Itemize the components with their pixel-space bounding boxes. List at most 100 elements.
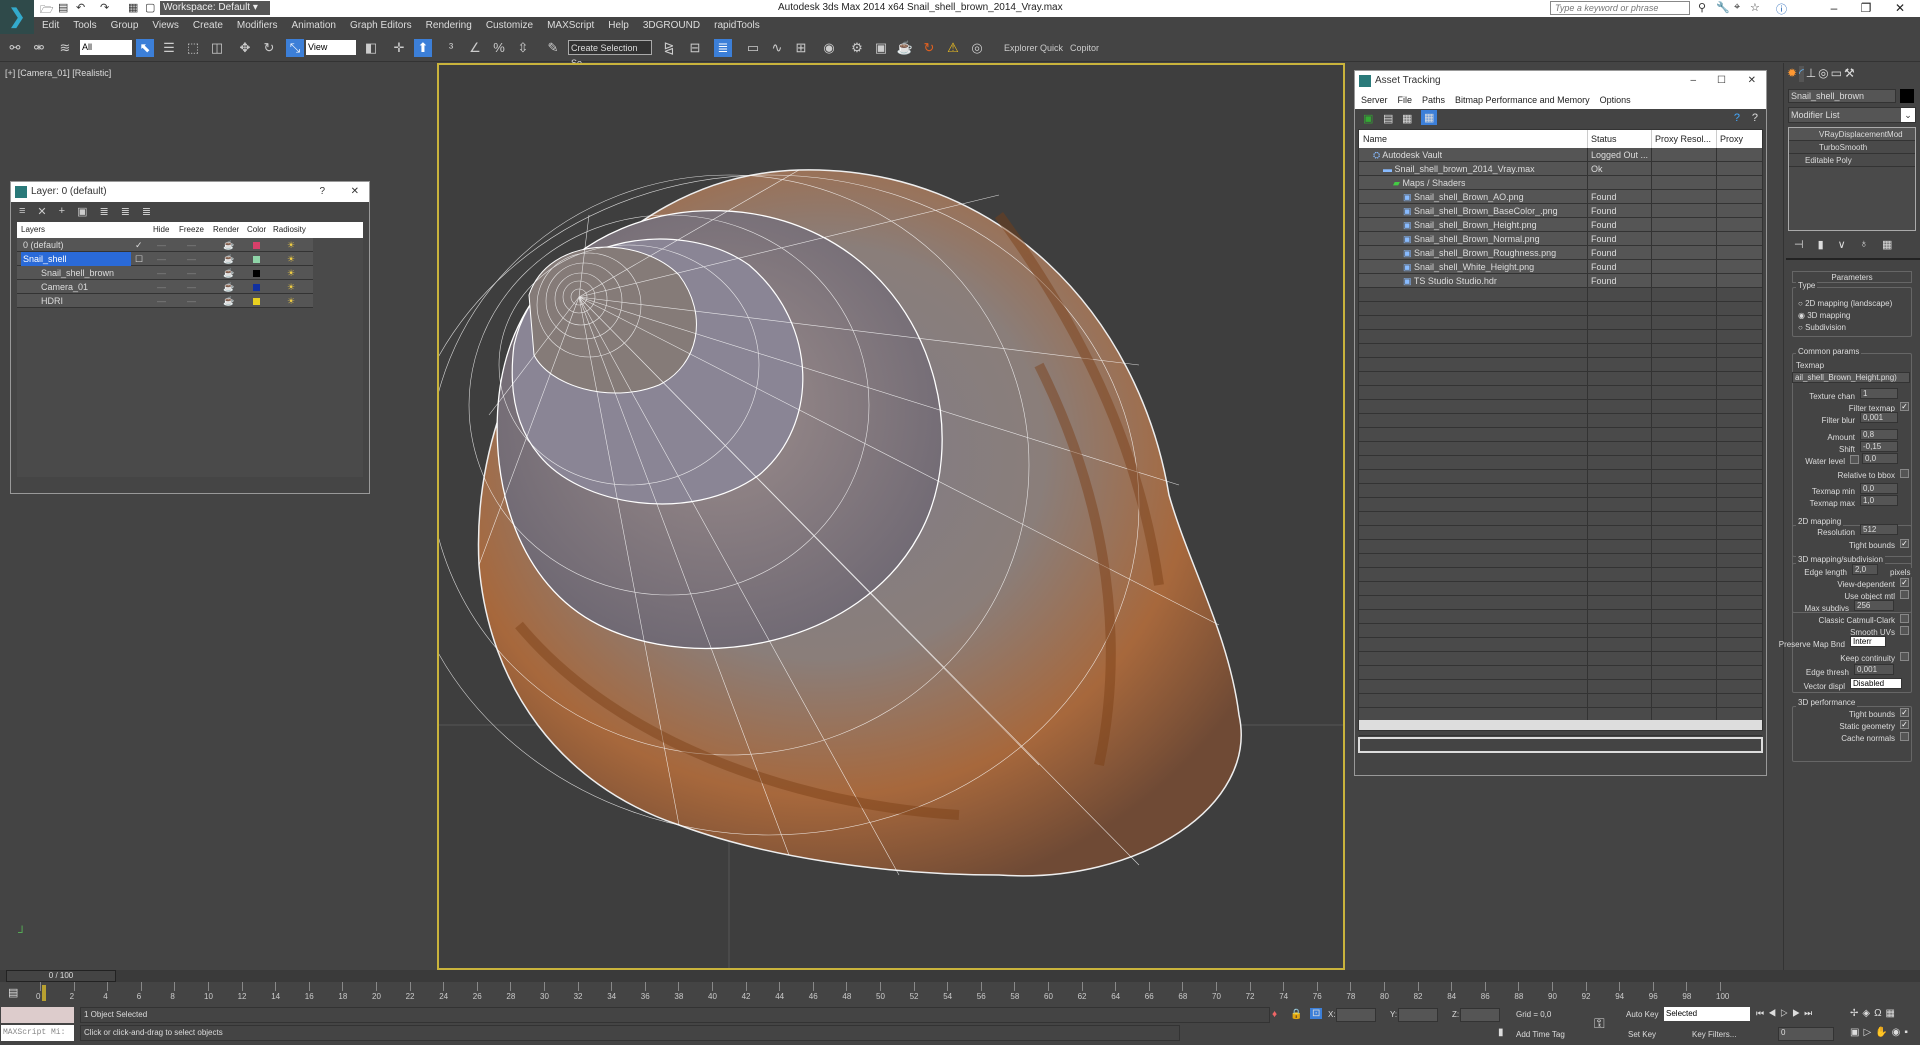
max-subdivs-field[interactable]: 256 bbox=[1854, 600, 1894, 611]
asset-row[interactable]: ▣ TS Studio Studio.hdr Found bbox=[1359, 274, 1762, 288]
radiosity-sun-icon[interactable]: ☀ bbox=[287, 252, 295, 266]
viewport-navigation-controls[interactable]: ✢◈Ω▦ bbox=[1850, 1008, 1899, 1019]
delete-layer-icon[interactable]: ✕ bbox=[37, 205, 46, 219]
hide-all-icon[interactable]: ≣ bbox=[121, 205, 130, 219]
layer-color-swatch[interactable] bbox=[253, 266, 260, 280]
display-tab-icon[interactable]: ▭ bbox=[1831, 66, 1842, 82]
create-tab-icon[interactable]: ✹ bbox=[1787, 66, 1797, 82]
close-button[interactable]: ✕ bbox=[1748, 71, 1756, 91]
checkbox[interactable]: ✓ bbox=[1900, 402, 1909, 411]
asset-row[interactable]: ▣ Snail_shell_White_Height.png Found bbox=[1359, 260, 1762, 274]
menu-edit[interactable]: Edit bbox=[42, 20, 59, 31]
col-freeze[interactable]: Freeze bbox=[179, 222, 204, 236]
file-icon[interactable]: ▢ bbox=[145, 1, 155, 14]
checkbox[interactable] bbox=[1900, 614, 1909, 623]
snaps-toggle-icon[interactable]: ³ bbox=[442, 39, 460, 57]
playback-controls[interactable]: ⏮◀▷▶⏭ bbox=[1756, 1008, 1816, 1019]
render-teapot-icon[interactable]: ☕ bbox=[223, 294, 234, 308]
rendered-frame-window-icon[interactable]: ▣ bbox=[872, 39, 890, 57]
refresh-icon[interactable]: ▣ bbox=[1363, 112, 1373, 125]
hide-toggle[interactable]: — bbox=[157, 266, 166, 280]
resolution-field[interactable]: 512 bbox=[1860, 524, 1898, 535]
asset-row[interactable]: ▣ Snail_shell_Brown_Normal.png Found bbox=[1359, 232, 1762, 246]
workspace-dropdown[interactable]: Workspace: Default ▾ bbox=[160, 1, 270, 15]
material-editor-icon[interactable]: ◉ bbox=[820, 39, 838, 57]
checkbox[interactable]: ✓ bbox=[1900, 539, 1909, 548]
col-proxy-status[interactable]: Proxy Status bbox=[1716, 130, 1762, 148]
move-icon[interactable]: ✥ bbox=[236, 39, 254, 57]
layer-color-swatch[interactable] bbox=[253, 294, 260, 308]
asset-path-field[interactable] bbox=[1358, 737, 1763, 753]
unlink-icon[interactable]: ⚮ bbox=[30, 39, 48, 57]
project-folder-icon[interactable]: ▦ bbox=[128, 1, 138, 14]
radio-button[interactable]: ○ bbox=[1798, 323, 1803, 332]
checkbox[interactable] bbox=[1900, 652, 1909, 661]
maxscript-mini-listener[interactable]: MAXScript Mi: bbox=[1, 1025, 74, 1041]
lock-selection-icon[interactable]: 🔒 bbox=[1290, 1009, 1302, 1020]
list-view-icon[interactable]: ▤ bbox=[1383, 112, 1393, 125]
col-proxy-resolution[interactable]: Proxy Resol... bbox=[1651, 130, 1711, 148]
menu-3dground[interactable]: 3DGROUND bbox=[643, 20, 700, 31]
freeze-toggle[interactable]: — bbox=[187, 294, 196, 308]
set-key-button[interactable]: Set Key bbox=[1628, 1030, 1656, 1039]
menu-group[interactable]: Group bbox=[111, 20, 139, 31]
menu-bitmap-performance[interactable]: Bitmap Performance and Memory bbox=[1455, 91, 1590, 109]
isolate-icon[interactable]: ♦ bbox=[1272, 1009, 1277, 1020]
layer-name[interactable]: Camera_01 bbox=[39, 280, 88, 294]
spinner-snap-icon[interactable]: ⇳ bbox=[514, 39, 532, 57]
scale-icon[interactable]: ⤡ bbox=[286, 39, 304, 57]
layer-color-swatch[interactable] bbox=[253, 238, 260, 252]
menu-views[interactable]: Views bbox=[152, 20, 179, 31]
layer-dialog-titlebar[interactable]: Layer: 0 (default) ? ✕ bbox=[11, 182, 369, 202]
keyboard-shortcut-override-icon[interactable]: ⬆ bbox=[414, 39, 432, 57]
checkbox[interactable]: ✓ bbox=[1900, 720, 1909, 729]
configure-sets-icon[interactable]: ▦ bbox=[1882, 238, 1892, 251]
menu-file[interactable]: File bbox=[1398, 91, 1413, 109]
menu-help[interactable]: Help bbox=[608, 20, 629, 31]
layer-row[interactable]: Snail_shell ☐ — — ☕ ☀ bbox=[17, 252, 313, 266]
z-coordinate-field[interactable] bbox=[1460, 1008, 1500, 1022]
tmax-field[interactable]: 1,0 bbox=[1860, 495, 1898, 506]
close-button[interactable]: ✕ bbox=[351, 182, 359, 202]
percent-snap-icon[interactable]: % bbox=[490, 39, 508, 57]
selection-region-icon[interactable]: ⬚ bbox=[184, 39, 202, 57]
warning-icon[interactable]: ⚠ bbox=[944, 39, 962, 57]
render-teapot-icon[interactable]: ☕ bbox=[223, 238, 234, 252]
object-color-swatch[interactable] bbox=[1900, 89, 1914, 103]
radio-button[interactable]: ○ bbox=[1798, 299, 1803, 308]
hide-toggle[interactable]: — bbox=[157, 280, 166, 294]
bind-space-warp-icon[interactable]: ≋ bbox=[56, 39, 74, 57]
restore-button[interactable]: ❐ bbox=[1852, 0, 1880, 16]
amount-field[interactable]: 0,8 bbox=[1860, 429, 1898, 440]
maximize-button[interactable]: ☐ bbox=[1717, 71, 1726, 91]
motion-tab-icon[interactable]: ◎ bbox=[1818, 66, 1828, 82]
select-in-layer-icon[interactable]: ▣ bbox=[77, 205, 87, 219]
utilities-tab-icon[interactable]: ⚒ bbox=[1844, 66, 1855, 82]
track-bar[interactable]: ▤ 0 2 4 6 8 10 12 14 16 18 20 22 24 26 28 30 32 34 36 38 40 4… bbox=[0, 982, 1920, 1005]
asset-row[interactable]: ▣ Snail_shell_Brown_Roughness.png Found bbox=[1359, 246, 1762, 260]
layer-name[interactable]: HDRI bbox=[39, 294, 63, 308]
rotate-icon[interactable]: ↻ bbox=[260, 39, 278, 57]
freeze-toggle[interactable]: — bbox=[187, 238, 196, 252]
stack-item-turbosmooth[interactable]: TurboSmooth bbox=[1789, 141, 1915, 154]
checkbox[interactable] bbox=[1850, 455, 1859, 464]
mirror-icon[interactable]: ⧎ bbox=[660, 39, 678, 57]
radiosity-sun-icon[interactable]: ☀ bbox=[287, 266, 295, 280]
schematic-view-icon[interactable]: ⊞ bbox=[792, 39, 810, 57]
water-field[interactable]: 0,0 bbox=[1862, 453, 1898, 464]
asset-row[interactable]: ▰ Maps / Shaders bbox=[1359, 176, 1762, 190]
tmin-field[interactable]: 0,0 bbox=[1860, 483, 1898, 494]
layer-name[interactable]: Snail_shell_brown bbox=[39, 266, 114, 280]
window-crossing-icon[interactable]: ◫ bbox=[208, 39, 226, 57]
perspective-viewport[interactable] bbox=[398, 63, 1345, 970]
preserve-field[interactable]: Interr bbox=[1850, 636, 1886, 647]
menu-paths[interactable]: Paths bbox=[1422, 91, 1445, 109]
menu-rendering[interactable]: Rendering bbox=[426, 20, 472, 31]
edge-length-field[interactable]: 2,0 bbox=[1852, 564, 1878, 575]
add-time-tag-button[interactable]: Add Time Tag bbox=[1516, 1030, 1565, 1039]
mini-curve-editor-icon[interactable]: ▤ bbox=[8, 986, 18, 999]
layer-row[interactable]: Snail_shell_brown — — ☕ ☀ bbox=[17, 266, 313, 280]
help-button[interactable]: ? bbox=[319, 182, 325, 202]
satellite-icon[interactable]: ⌖ bbox=[1734, 1, 1740, 14]
set-key-mode-key-icon[interactable]: ⚿ bbox=[1594, 1015, 1605, 1032]
